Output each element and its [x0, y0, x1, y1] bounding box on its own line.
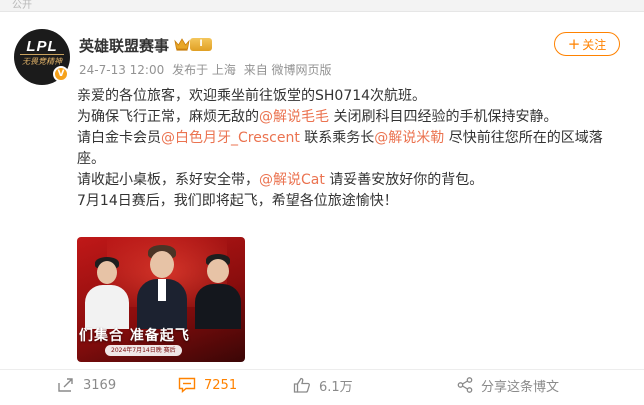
share-icon	[457, 377, 473, 393]
post-location: 发布于 上海	[172, 63, 236, 77]
avatar-stripe	[20, 54, 64, 55]
person-figure-center	[137, 245, 187, 329]
follow-button-label: 关注	[582, 37, 607, 52]
thumbs-up-icon	[293, 377, 310, 393]
post-line-3: 请白金卡会员@白色月牙_Crescent 联系乘务长@解说米勒 尽快前往您所在的…	[77, 128, 617, 170]
repost-count: 3169	[83, 377, 117, 393]
person-figure-left	[85, 255, 129, 329]
mention-link[interactable]: @解说毛毛	[259, 109, 329, 125]
like-count: 6.1万	[319, 379, 353, 395]
share-button[interactable]: 分享这条博文	[457, 374, 559, 396]
share-label: 分享这条博文	[481, 379, 560, 395]
post-text-segment: 请妥善安放好你的背包。	[324, 172, 484, 188]
person-figure-right	[195, 253, 241, 329]
post-line-5: 7月14日赛后，我们即将起飞，希望各位旅途愉快！	[77, 193, 398, 209]
post-text-segment: 关闭刷科目四经验的手机保持安静。	[329, 109, 558, 125]
like-button[interactable]: 6.1万	[293, 374, 353, 396]
repost-button[interactable]: 3169	[57, 374, 116, 396]
avatar-logo-text: LPL	[26, 38, 58, 55]
top-bar: 公开	[0, 0, 644, 12]
post-text-segment: 为确保飞行正常，麻烦无敌的	[77, 109, 259, 125]
crown-icon	[174, 38, 190, 51]
mention-link[interactable]: @解说Cat	[259, 172, 325, 188]
post-line-4: 请收起小桌板，系好安全带，@解说Cat 请妥善安放好你的背包。	[77, 170, 617, 191]
image-headline: 们集合 准备起飞	[79, 328, 190, 344]
post-text-segment: 联系乘务长	[299, 130, 375, 146]
post-line-2: 为确保飞行正常，麻烦无敌的@解说毛毛 关闭刷科目四经验的手机保持安静。	[77, 107, 617, 128]
post-timestamp[interactable]: 24-7-13 12:00	[79, 63, 164, 77]
post-text-segment: 请白金卡会员	[77, 130, 161, 146]
comment-icon	[178, 377, 196, 393]
image-date: 2024年7月14日晚 赛后	[105, 345, 182, 356]
action-bar-divider	[0, 369, 644, 370]
post-meta: 24-7-13 12:00 发布于 上海 来自 微博网页版	[79, 61, 336, 78]
plus-icon: +	[567, 34, 581, 53]
top-bar-text: 公开	[12, 0, 32, 11]
verified-badge: V	[53, 66, 69, 82]
mention-link[interactable]: @解说米勒	[374, 130, 444, 146]
level-badge: I	[190, 38, 212, 51]
post-text-segment: 请收起小桌板，系好安全带，	[77, 172, 259, 188]
follow-button[interactable]: + 关注	[554, 32, 620, 56]
post-text: 亲爱的各位旅客，欢迎乘坐前往饭堂的SH0714次航班。 为确保飞行正常，麻烦无敌…	[77, 86, 617, 212]
post-line-1: 亲爱的各位旅客，欢迎乘坐前往饭堂的SH0714次航班。	[77, 88, 427, 104]
mention-link[interactable]: @白色月牙_Crescent	[161, 130, 300, 146]
post-image[interactable]: 们集合 准备起飞 2024年7月14日晚 赛后	[77, 237, 245, 362]
comment-count: 7251	[204, 377, 238, 393]
repost-icon	[58, 378, 73, 392]
comment-button[interactable]: 7251	[178, 374, 237, 396]
post-source: 来自 微博网页版	[243, 63, 332, 77]
account-name[interactable]: 英雄联盟赛事	[79, 35, 169, 56]
